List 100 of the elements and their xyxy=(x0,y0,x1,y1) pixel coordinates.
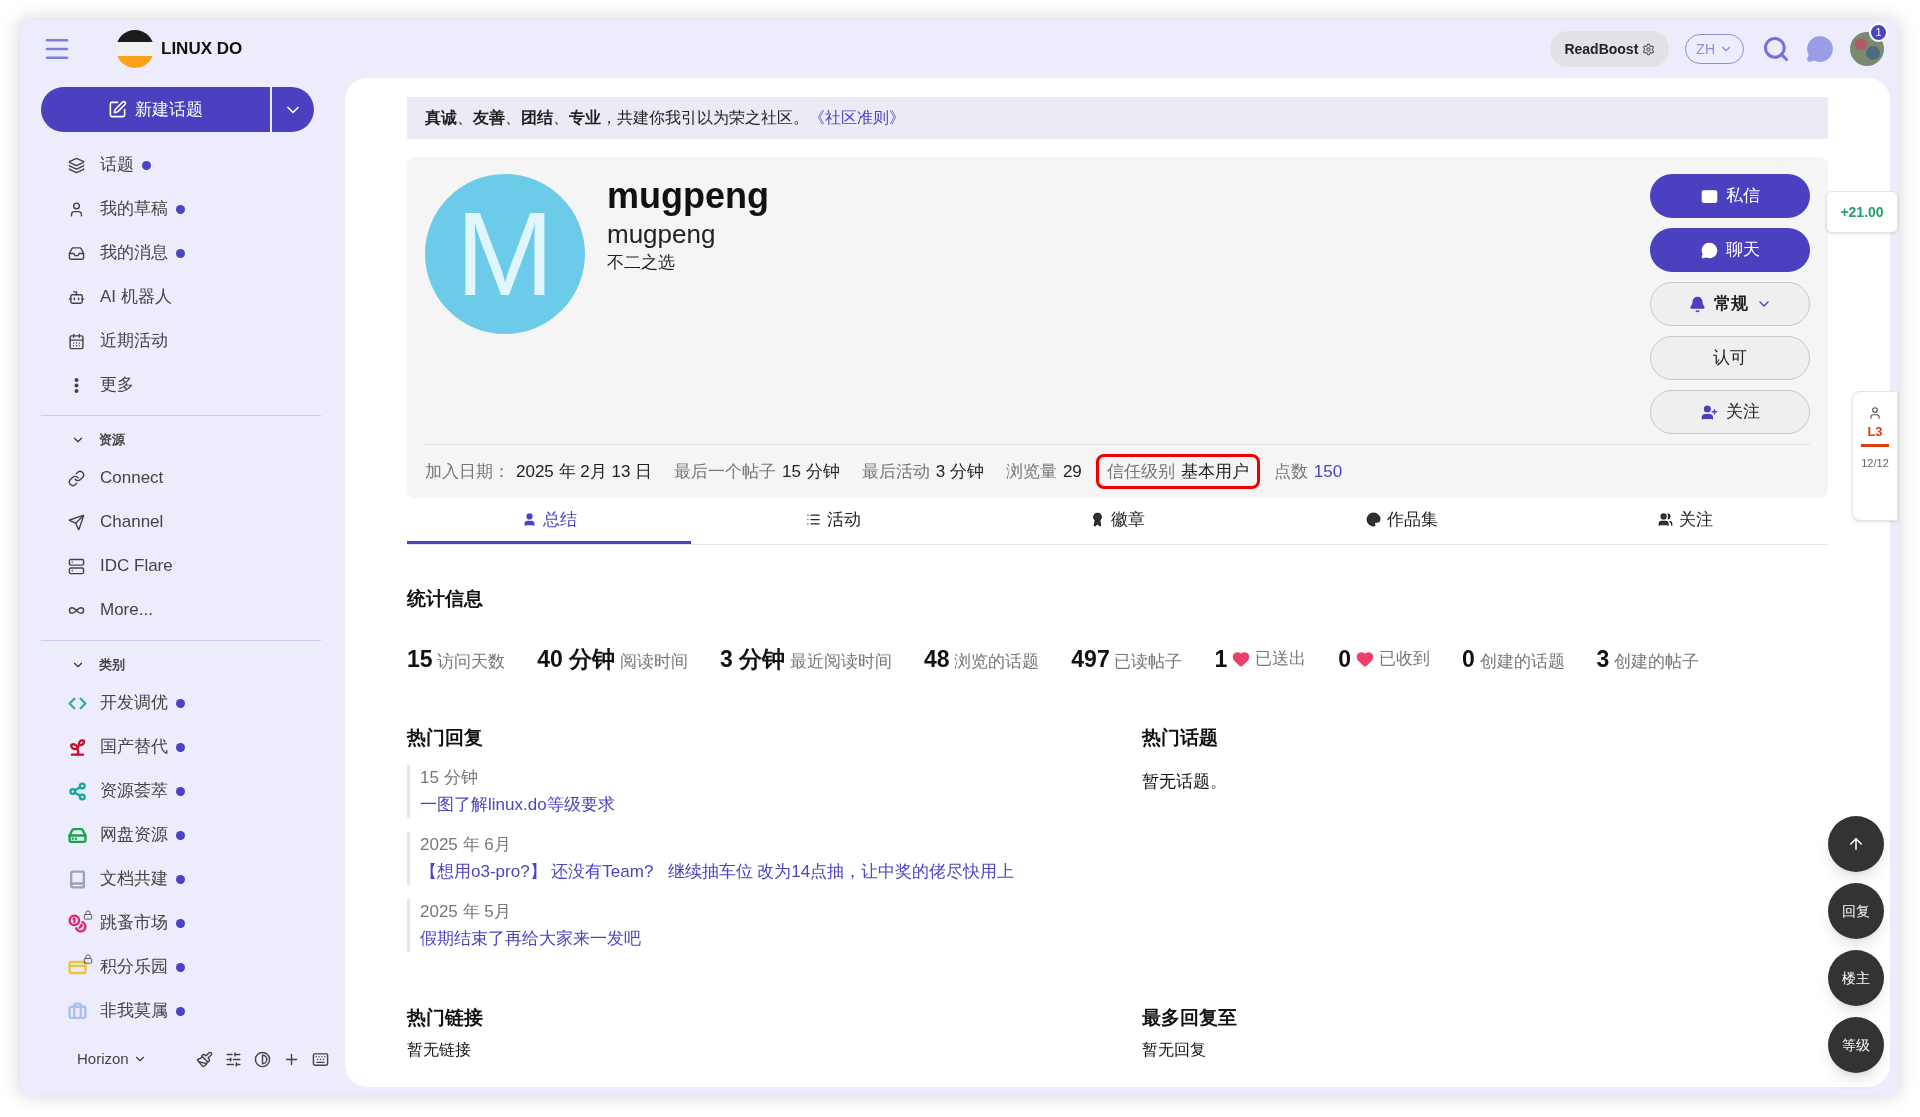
theme-selector[interactable]: Horizon xyxy=(77,1047,147,1071)
sidebar-item[interactable]: 我的草稿 xyxy=(100,196,168,222)
field-value: 基本用户 xyxy=(1180,460,1249,483)
compose-icon xyxy=(108,100,127,119)
sidebar-item[interactable]: 话题 xyxy=(100,152,134,178)
sidebar-item[interactable]: AI 机器人 xyxy=(100,284,172,310)
profile-button[interactable]: 私信 xyxy=(1650,174,1810,218)
gear-icon xyxy=(1642,42,1656,56)
sidebar-item[interactable]: 我的消息 xyxy=(100,240,168,266)
field-label: 最后活动 xyxy=(861,460,930,483)
empty-text: 暂无话题。 xyxy=(1141,770,1228,793)
guidelines-link[interactable]: 《社区准则》 xyxy=(809,109,905,126)
reply-date: 2025 年 6月 xyxy=(420,833,512,856)
list-icon xyxy=(805,512,821,527)
sidebar-item[interactable]: Channel xyxy=(100,509,164,535)
sidebar-item[interactable]: IDC Flare xyxy=(100,553,173,579)
stat: 48 浏览的话题 xyxy=(923,644,1040,674)
points-badge: +21.00 xyxy=(1826,191,1898,233)
sidebar-item[interactable]: Connect xyxy=(100,465,164,491)
chat-icon xyxy=(1700,241,1718,259)
level-card[interactable]: L3 12/12 xyxy=(1852,391,1898,521)
category-item[interactable]: 国产替代 xyxy=(100,734,168,760)
bell-icon xyxy=(1688,295,1706,313)
section-heading: 最多回复至 xyxy=(1141,1005,1238,1030)
field-value: 3 分钟 xyxy=(935,460,984,483)
sidebar-item[interactable]: More... xyxy=(100,597,153,623)
profile-button[interactable]: 关注 xyxy=(1650,390,1810,434)
profile-tab[interactable]: 关注 xyxy=(1543,498,1828,544)
username: mugpeng xyxy=(607,174,769,218)
level-label: L3 xyxy=(1867,423,1883,441)
profile-tab[interactable]: 活动 xyxy=(691,498,976,544)
keyboard-icon[interactable] xyxy=(312,1050,329,1068)
logo-icon xyxy=(116,30,154,68)
stat-value: 1 xyxy=(1214,644,1228,674)
sliders-icon[interactable] xyxy=(225,1050,242,1068)
category-item[interactable]: 非我莫属 xyxy=(100,998,168,1024)
palette-icon xyxy=(1365,512,1381,527)
robot-icon xyxy=(68,288,85,306)
empty-text: 暂无回复 xyxy=(1141,1040,1207,1060)
field-label: 信任级别 xyxy=(1106,460,1175,483)
field-value: 15 分钟 xyxy=(782,460,840,483)
badge-icon xyxy=(1090,512,1105,527)
section-header[interactable]: 类别 xyxy=(99,655,125,675)
field-value[interactable]: 150 xyxy=(1313,458,1343,485)
more-icon xyxy=(74,376,79,394)
site-title[interactable]: LINUX DO xyxy=(161,36,243,62)
stat: 40 分钟 阅读时间 xyxy=(537,644,689,674)
new-topic-button[interactable]: 新建话题 xyxy=(41,87,270,132)
stat: 15 访问天数 xyxy=(407,644,506,674)
progress-text: 12/12 xyxy=(1861,455,1889,471)
profile-button[interactable]: 认可 xyxy=(1650,336,1810,380)
person-icon xyxy=(521,512,537,527)
brush-icon[interactable] xyxy=(196,1050,213,1068)
notification-badge: 1 xyxy=(1869,23,1888,42)
server-icon xyxy=(68,557,85,575)
category-item[interactable]: 网盘资源 xyxy=(100,822,168,848)
send-icon xyxy=(68,513,85,531)
category-item[interactable]: 文档共建 xyxy=(100,866,168,892)
category-item[interactable]: 积分乐园 xyxy=(100,954,168,980)
stat: 3 分钟 最近阅读时间 xyxy=(720,644,892,674)
category-item[interactable]: 跳蚤市场 xyxy=(100,910,168,936)
stat-label: 已送出 xyxy=(1255,648,1307,670)
field-label: 最后一个帖子 xyxy=(674,460,777,483)
stat-value: 0 xyxy=(1338,644,1351,674)
user-avatar: M xyxy=(425,174,585,334)
section-heading: 统计信息 xyxy=(407,587,484,611)
readboost-button[interactable]: ReadBoost xyxy=(1550,31,1670,67)
banner-text: 真诚、友善、团结、专业，共建你我引以为荣之社区。《社区准则》 xyxy=(425,108,905,128)
section-heading: 热门话题 xyxy=(1141,726,1219,750)
calendar-icon xyxy=(68,332,85,350)
profile-tab[interactable]: 徽章 xyxy=(975,498,1260,544)
profile-button[interactable]: 常规 xyxy=(1650,282,1810,326)
heart-icon xyxy=(1356,649,1374,668)
heart-icon xyxy=(1232,649,1251,668)
person-icon xyxy=(68,200,85,218)
category-item[interactable]: 开发调优 xyxy=(100,690,168,716)
sidebar-item[interactable]: 更多 xyxy=(100,372,134,398)
stat: 3 创建的帖子 xyxy=(1596,644,1700,674)
search-icon[interactable] xyxy=(1762,35,1790,63)
field-value: 29 xyxy=(1062,460,1082,483)
field-label: 点数 xyxy=(1273,460,1308,483)
add-user-icon xyxy=(1700,403,1718,421)
section-heading: 热门链接 xyxy=(407,1005,484,1030)
reply-link[interactable]: 假期结束了再给大家来一发吧 xyxy=(420,926,1094,952)
profile-button[interactable]: 聊天 xyxy=(1650,228,1810,272)
contrast-icon[interactable] xyxy=(254,1050,271,1068)
person-icon xyxy=(1868,406,1882,420)
sidebar-item[interactable]: 近期活动 xyxy=(100,328,168,354)
dropdown-button[interactable] xyxy=(272,87,314,132)
reply-link[interactable]: 一图了解linux.do等级要求 xyxy=(420,792,1094,818)
reply-date: 2025 年 5月 xyxy=(420,900,512,923)
stat: 0 创建的话题 xyxy=(1462,644,1565,674)
full-name: mugpeng xyxy=(607,218,717,250)
link-icon xyxy=(68,469,85,487)
category-item[interactable]: 资源荟萃 xyxy=(100,778,168,804)
profile-tab[interactable]: 作品集 xyxy=(1259,498,1544,544)
reply-link[interactable]: 【想用o3-pro?】 还没有Team? 继续抽车位 改为14点抽，让中奖的佬尽快用上 xyxy=(420,859,1094,885)
section-header[interactable]: 资源 xyxy=(99,430,125,450)
profile-tab[interactable]: 总结 xyxy=(407,498,692,544)
section-heading: 热门回复 xyxy=(407,726,484,750)
